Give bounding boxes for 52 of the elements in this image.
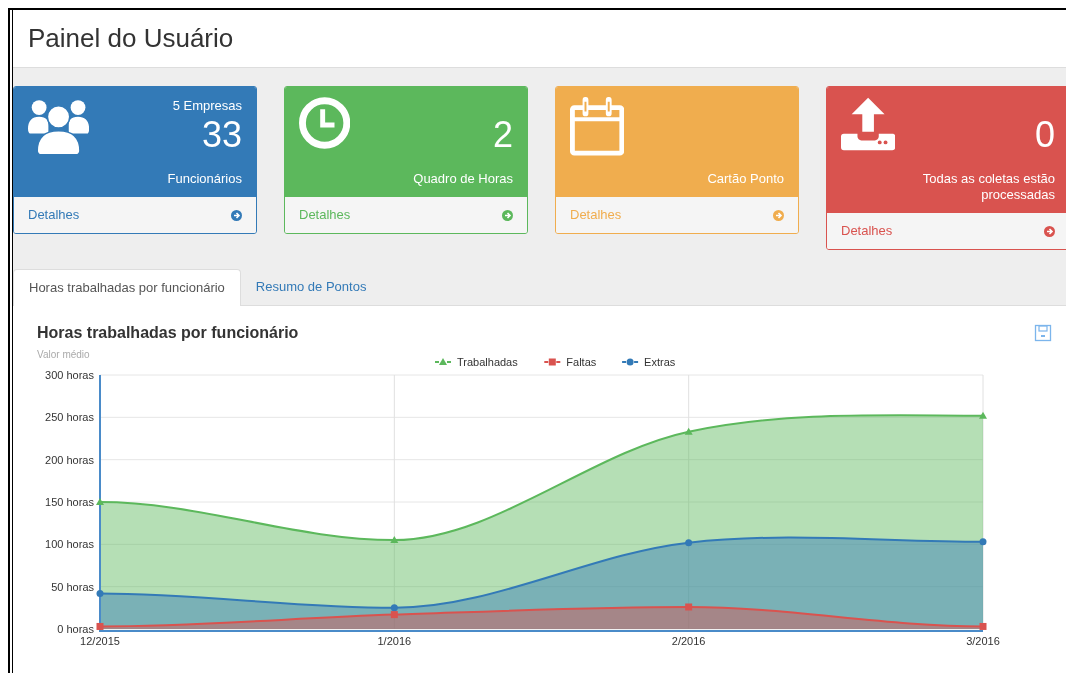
data-point <box>979 411 987 419</box>
data-point <box>979 622 987 630</box>
legend-item[interactable]: Extras <box>644 356 676 368</box>
card-count: 33 <box>201 115 242 155</box>
arrow-circle-icon <box>773 209 784 221</box>
x-tick-label: 1/2016 <box>377 635 412 647</box>
data-point <box>96 498 104 505</box>
card-label: Funcionários <box>167 170 242 187</box>
legend-marker-icon <box>543 358 562 366</box>
legend-item[interactable]: Trabalhadas <box>457 356 518 368</box>
y-tick-label: 50 horas <box>51 580 94 593</box>
arrow-circle-icon <box>231 209 242 221</box>
axis-title: Valor médio <box>37 349 90 360</box>
data-point <box>685 603 693 611</box>
data-point <box>684 427 693 435</box>
y-tick-label: 250 horas <box>45 411 94 424</box>
x-tick-label: 2/2016 <box>671 635 706 647</box>
clock-icon <box>299 97 351 149</box>
data-point <box>390 536 399 544</box>
card-count: 2 <box>492 115 513 155</box>
y-tick-label: 150 horas <box>45 496 94 508</box>
y-tick-label: 0 horas <box>57 623 94 635</box>
chart-title: Horas trabalhadas por funcionário <box>37 324 299 341</box>
upload-icon <box>841 97 896 151</box>
card-caption: 5 Empresas <box>172 97 242 115</box>
tab[interactable]: Horas trabalhadas por funcionário <box>13 269 241 306</box>
details-link[interactable]: Detalhes <box>827 213 1066 249</box>
arrow-circle-icon <box>502 209 513 221</box>
data-point <box>96 622 104 630</box>
y-tick-label: 300 horas <box>45 369 94 381</box>
card-count: 0 <box>1034 115 1055 155</box>
x-tick-label: 12/2015 <box>80 635 120 647</box>
details-link[interactable]: Detalhes <box>14 197 256 233</box>
y-tick-label: 100 horas <box>45 538 94 551</box>
data-point <box>685 539 693 547</box>
legend-marker-icon <box>621 358 640 366</box>
arrow-circle-icon <box>1044 225 1055 237</box>
calendar-icon <box>570 97 625 157</box>
save-icon[interactable] <box>1034 324 1052 342</box>
data-point <box>96 589 104 597</box>
tab[interactable]: Resumo de Pontos <box>240 269 382 305</box>
people-icon <box>28 97 90 157</box>
card-label: Todas as coletas estão processadas <box>921 170 1055 203</box>
page-title: Painel do Usuário <box>28 22 234 55</box>
card-label: Cartão Ponto <box>707 170 784 187</box>
x-tick-label: 3/2016 <box>966 635 1000 647</box>
card-label: Quadro de Horas <box>413 170 513 187</box>
legend-marker-icon <box>434 358 452 365</box>
details-link[interactable]: Detalhes <box>285 197 527 233</box>
y-tick-label: 200 horas <box>45 453 94 466</box>
data-point <box>979 538 987 546</box>
legend-item[interactable]: Faltas <box>566 356 597 368</box>
